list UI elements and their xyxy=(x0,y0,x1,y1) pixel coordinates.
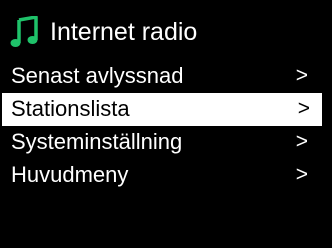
menu-item-label: Huvudmeny xyxy=(11,162,129,187)
screen-title: Internet radio xyxy=(50,18,198,46)
chevron-right-icon: > xyxy=(297,97,310,120)
chevron-right-icon: > xyxy=(295,163,308,186)
menu-list: Senast avlyssnad > Stationslista > Syste… xyxy=(0,60,332,192)
menu-item-station-list[interactable]: Stationslista > xyxy=(2,93,322,126)
chevron-right-icon: > xyxy=(295,130,308,153)
header: Internet radio xyxy=(10,14,322,50)
radio-display: Internet radio Senast avlyssnad > Statio… xyxy=(0,0,332,248)
menu-item-label: Stationslista xyxy=(11,96,130,121)
menu-item-label: Senast avlyssnad xyxy=(11,63,184,88)
menu-item-system-settings[interactable]: Systeminställning > xyxy=(0,126,332,159)
menu-item-recently-played[interactable]: Senast avlyssnad > xyxy=(0,60,332,93)
music-note-icon xyxy=(10,16,38,47)
chevron-right-icon: > xyxy=(295,64,308,87)
menu-item-label: Systeminställning xyxy=(11,129,183,154)
menu-item-main-menu[interactable]: Huvudmeny > xyxy=(0,159,332,192)
